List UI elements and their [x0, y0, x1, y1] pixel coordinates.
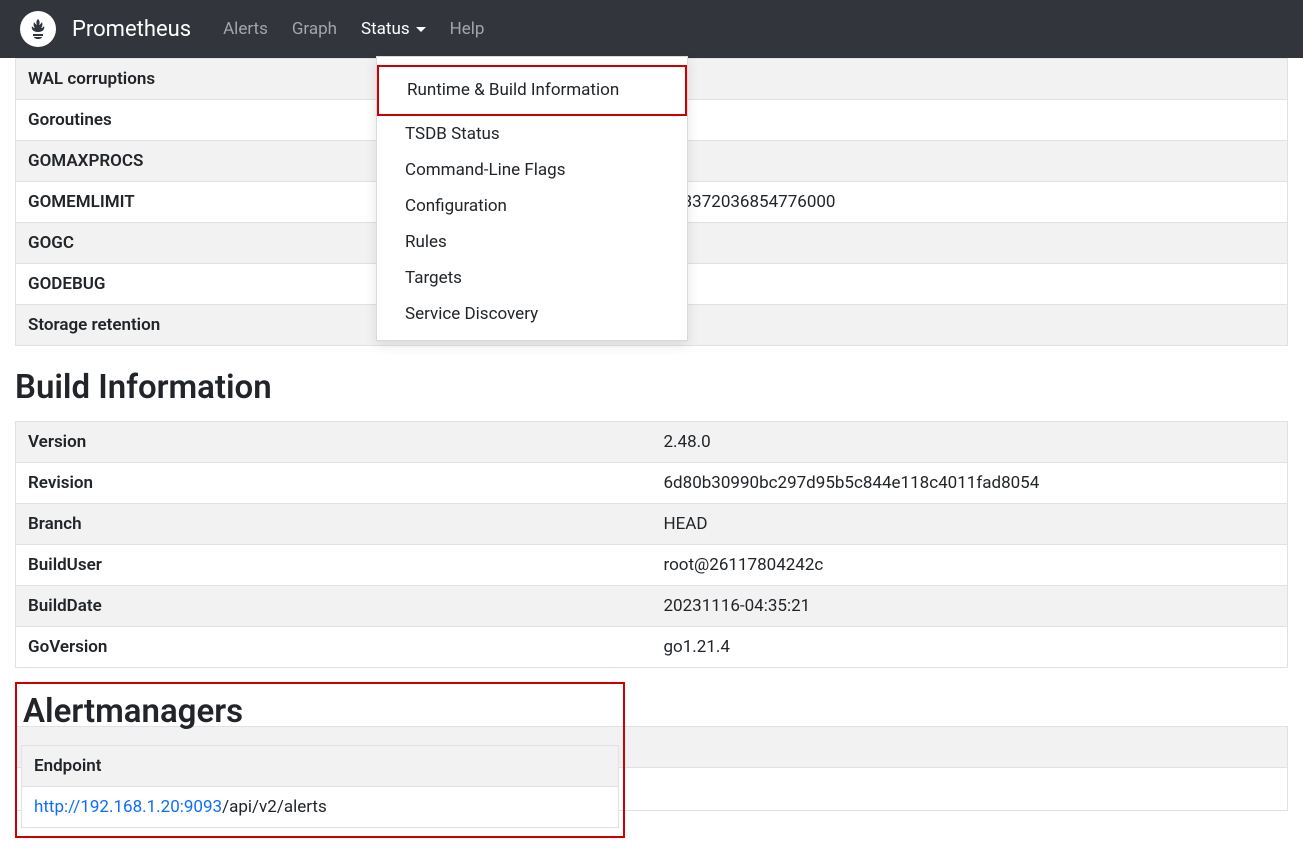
table-row: BuildDate 20231116-04:35:21: [16, 586, 1288, 627]
nav-links: Alerts Graph Status Help: [211, 0, 496, 58]
dropdown-item-command-line-flags[interactable]: Command-Line Flags: [377, 152, 687, 188]
table-value: 20231116-04:35:21: [652, 586, 1288, 627]
table-row: Branch HEAD: [16, 504, 1288, 545]
table-value: 6d80b30990bc297d95b5c844e118c4011fad8054: [652, 463, 1288, 504]
table-value: HEAD: [652, 504, 1288, 545]
dropdown-item-tsdb-status[interactable]: TSDB Status: [377, 116, 687, 152]
navbar: Prometheus Alerts Graph Status Help Runt…: [0, 0, 1303, 58]
brand-text: Prometheus: [72, 17, 191, 42]
table-key: BuildUser: [16, 545, 652, 586]
alertmanager-endpoint-link[interactable]: http://192.168.1.20:9093: [34, 797, 222, 817]
prometheus-logo-icon: [20, 11, 56, 47]
chevron-down-icon: [416, 27, 426, 32]
table-key: GoVersion: [16, 627, 652, 668]
alertmanagers-table: Endpoint http://192.168.1.20:9093/api/v2…: [21, 745, 619, 828]
build-table: Version 2.48.0 Revision 6d80b30990bc297d…: [15, 421, 1288, 668]
table-value: [652, 141, 1288, 182]
alertmanagers-endpoint-header: Endpoint: [22, 746, 619, 787]
table-value: 2.48.0: [652, 422, 1288, 463]
table-value: 5d: [652, 305, 1288, 346]
table-value: [652, 264, 1288, 305]
nav-link-graph[interactable]: Graph: [280, 0, 349, 58]
table-row: Revision 6d80b30990bc297d95b5c844e118c40…: [16, 463, 1288, 504]
nav-link-status[interactable]: Status: [349, 0, 438, 58]
alertmanager-endpoint-path: /api/v2/alerts: [222, 797, 327, 817]
build-information-heading: Build Information: [15, 368, 1288, 407]
nav-link-status-label: Status: [361, 19, 410, 39]
table-row: Endpoint: [22, 746, 619, 787]
table-row: BuildUser root@26117804242c: [16, 545, 1288, 586]
table-row: GoVersion go1.21.4: [16, 627, 1288, 668]
dropdown-item-rules[interactable]: Rules: [377, 224, 687, 260]
table-value: [652, 59, 1288, 100]
table-key: Branch: [16, 504, 652, 545]
alertmanagers-endpoint-cell: http://192.168.1.20:9093/api/v2/alerts: [22, 787, 619, 828]
table-value: go1.21.4: [652, 627, 1288, 668]
brand[interactable]: Prometheus: [20, 11, 191, 47]
alertmanagers-highlight-box: Alertmanagers Endpoint http://192.168.1.…: [15, 682, 625, 838]
dropdown-item-runtime-build[interactable]: Runtime & Build Information: [377, 65, 687, 116]
dropdown-item-targets[interactable]: Targets: [377, 260, 687, 296]
table-row: http://192.168.1.20:9093/api/v2/alerts: [22, 787, 619, 828]
table-value: 223372036854776000: [652, 182, 1288, 223]
table-value: root@26117804242c: [652, 545, 1288, 586]
table-row: Version 2.48.0: [16, 422, 1288, 463]
status-dropdown-menu: Runtime & Build Information TSDB Status …: [376, 56, 688, 341]
table-key: Revision: [16, 463, 652, 504]
nav-link-help[interactable]: Help: [438, 0, 497, 58]
table-key: Version: [16, 422, 652, 463]
alertmanagers-section: Alertmanagers Endpoint http://192.168.1.…: [15, 668, 1288, 838]
table-value: 6: [652, 100, 1288, 141]
table-value: [652, 223, 1288, 264]
nav-link-alerts[interactable]: Alerts: [211, 0, 280, 58]
table-key: BuildDate: [16, 586, 652, 627]
alertmanagers-heading: Alertmanagers: [23, 692, 619, 731]
dropdown-item-service-discovery[interactable]: Service Discovery: [377, 296, 687, 332]
dropdown-item-configuration[interactable]: Configuration: [377, 188, 687, 224]
